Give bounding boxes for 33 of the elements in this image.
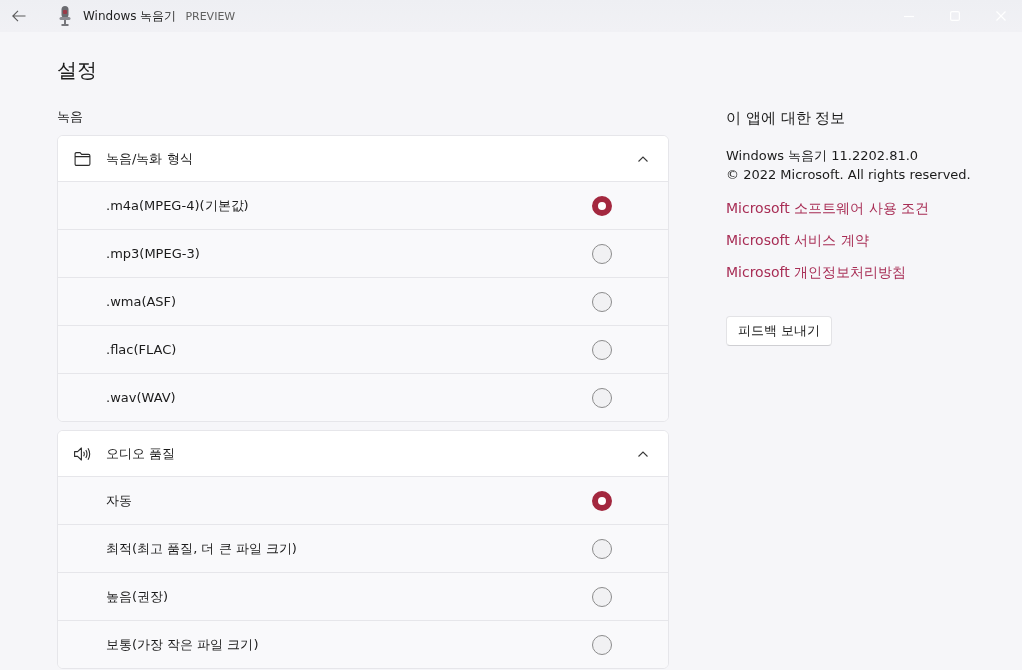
radio-button[interactable] [592, 195, 612, 216]
option-label: .wav(WAV) [106, 390, 176, 405]
option-label: 보통(가장 작은 파일 크기) [106, 635, 259, 654]
link[interactable]: Microsoft 개인정보처리방침 [726, 262, 907, 282]
radio-button[interactable] [592, 538, 612, 559]
radio-button[interactable] [592, 243, 612, 264]
version-text: © 2022 Microsoft. All rights reserved. [726, 166, 971, 184]
option-label: 자동 [106, 491, 132, 510]
radio-button[interactable] [592, 634, 612, 655]
page-title: 설정 [57, 57, 97, 84]
radio-button[interactable] [592, 339, 612, 360]
feedback-button[interactable]: 피드백 보내기 [726, 316, 833, 346]
window-title: Windows 녹음기 [83, 7, 177, 25]
microphone-icon [59, 6, 71, 26]
link[interactable]: Microsoft 서비스 계약 [726, 230, 869, 250]
option-label: .wma(ASF) [106, 294, 177, 309]
link[interactable]: Microsoft 소프트웨어 사용 조건 [726, 198, 930, 218]
radio-button[interactable] [592, 586, 612, 607]
radio-button[interactable] [592, 490, 612, 511]
option-label: .mp3(MPEG-3) [106, 246, 200, 261]
option-label: 최적(최고 품질, 더 큰 파일 크기) [106, 539, 297, 558]
about-heading: 이 앱에 대한 정보 [726, 108, 846, 129]
section-heading: 녹음 [57, 108, 83, 126]
option-label: .m4a(MPEG-4)(기본값) [106, 196, 249, 215]
version-text: Windows 녹음기 11.2202.81.0 [726, 147, 920, 165]
option-label: .flac(FLAC) [106, 342, 177, 357]
option-label: 높음(권장) [106, 587, 169, 606]
radio-button[interactable] [592, 387, 612, 408]
folder-icon [74, 151, 91, 166]
speaker-icon [74, 446, 91, 461]
back-arrow-icon [12, 10, 26, 22]
radio-button[interactable] [592, 291, 612, 312]
preview-label: PREVIEW [185, 9, 236, 23]
